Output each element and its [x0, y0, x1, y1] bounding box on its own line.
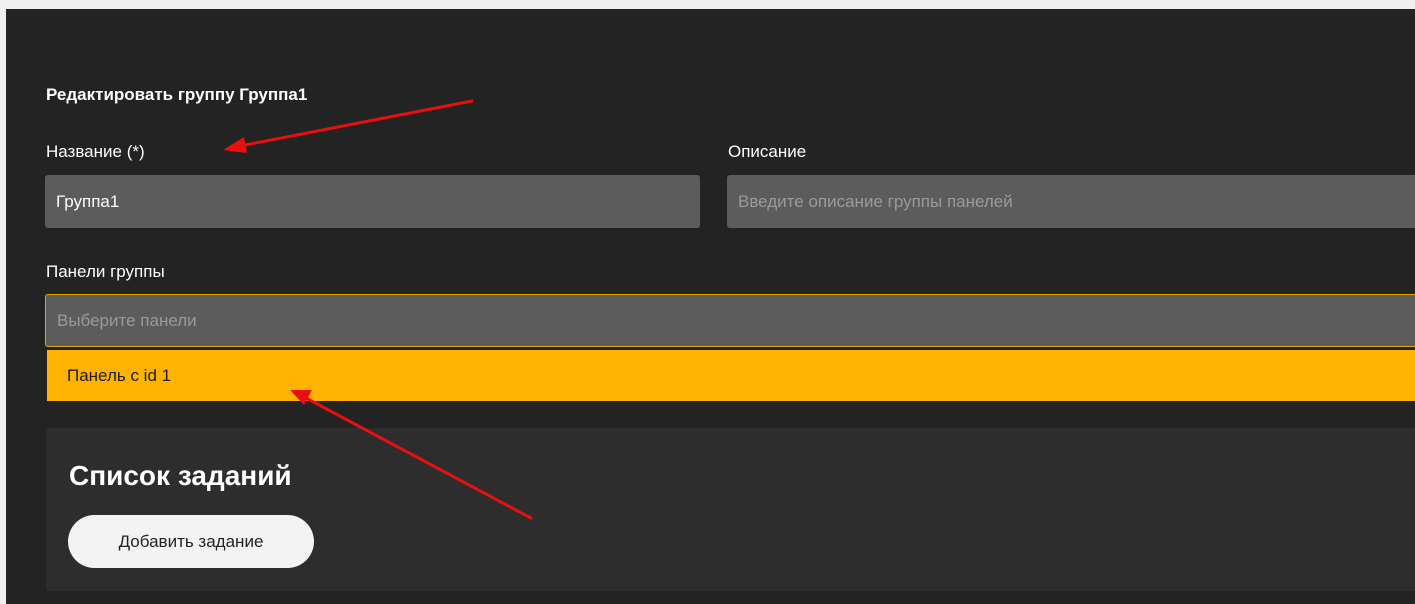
panels-label: Панели группы	[46, 262, 165, 281]
description-input[interactable]	[727, 175, 1415, 228]
edit-group-panel: Редактировать группу Группа1 Название (*…	[6, 9, 1415, 604]
form-heading: Редактировать группу Группа1	[46, 85, 308, 104]
description-label: Описание	[728, 142, 807, 161]
name-input[interactable]	[45, 175, 700, 228]
task-list-title: Список заданий	[69, 460, 292, 491]
task-list-card: Список заданий Добавить задание	[46, 428, 1415, 591]
panel-option[interactable]: Панель c id 1	[47, 350, 1415, 401]
add-task-button[interactable]: Добавить задание	[68, 515, 314, 568]
name-label: Название (*)	[46, 142, 145, 161]
panels-select-input[interactable]	[45, 294, 1415, 347]
